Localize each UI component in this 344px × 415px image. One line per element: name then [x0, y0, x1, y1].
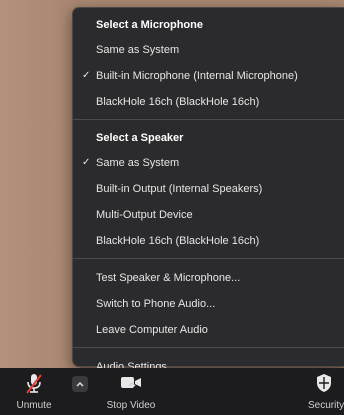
video-options-caret-button[interactable]	[124, 376, 140, 392]
speaker-item-same-as-system[interactable]: ✓ Same as System	[73, 150, 344, 176]
security-label: Security	[308, 400, 344, 411]
menu-divider	[73, 258, 344, 259]
chevron-up-icon	[76, 381, 84, 387]
microphone-section-header: Select a Microphone	[96, 19, 203, 31]
speaker-item-built-in-output[interactable]: Built-in Output (Internal Speakers)	[73, 176, 344, 202]
audio-options-caret-button[interactable]	[72, 376, 88, 392]
mic-muted-icon	[26, 374, 42, 394]
checkmark-icon: ✓	[82, 70, 91, 81]
test-speaker-microphone-item[interactable]: Test Speaker & Microphone...	[73, 265, 344, 291]
security-button[interactable]: Security	[302, 368, 344, 415]
audio-options-menu: Select a Microphone Same as System ✓ Bui…	[72, 7, 344, 373]
checkmark-icon: ✓	[82, 157, 91, 168]
mic-item-same-as-system[interactable]: Same as System	[73, 37, 344, 63]
speaker-section-header: Select a Speaker	[96, 132, 184, 144]
video-background	[0, 0, 80, 368]
unmute-label: Unmute	[16, 400, 52, 411]
speaker-item-blackhole[interactable]: BlackHole 16ch (BlackHole 16ch)	[73, 228, 344, 254]
menu-divider	[73, 119, 344, 120]
shield-icon	[317, 374, 331, 392]
stop-video-label: Stop Video	[106, 400, 156, 411]
leave-computer-audio-item[interactable]: Leave Computer Audio	[73, 317, 344, 343]
unmute-button[interactable]: Unmute	[0, 368, 68, 415]
menu-divider	[73, 347, 344, 348]
meeting-toolbar: Unmute Stop Video Security	[0, 368, 344, 415]
mic-item-built-in-microphone[interactable]: ✓ Built-in Microphone (Internal Micropho…	[73, 63, 344, 89]
chevron-up-icon	[128, 381, 136, 387]
speaker-item-multi-output-device[interactable]: Multi-Output Device	[73, 202, 344, 228]
mic-item-blackhole[interactable]: BlackHole 16ch (BlackHole 16ch)	[73, 89, 344, 115]
switch-to-phone-audio-item[interactable]: Switch to Phone Audio...	[73, 291, 344, 317]
